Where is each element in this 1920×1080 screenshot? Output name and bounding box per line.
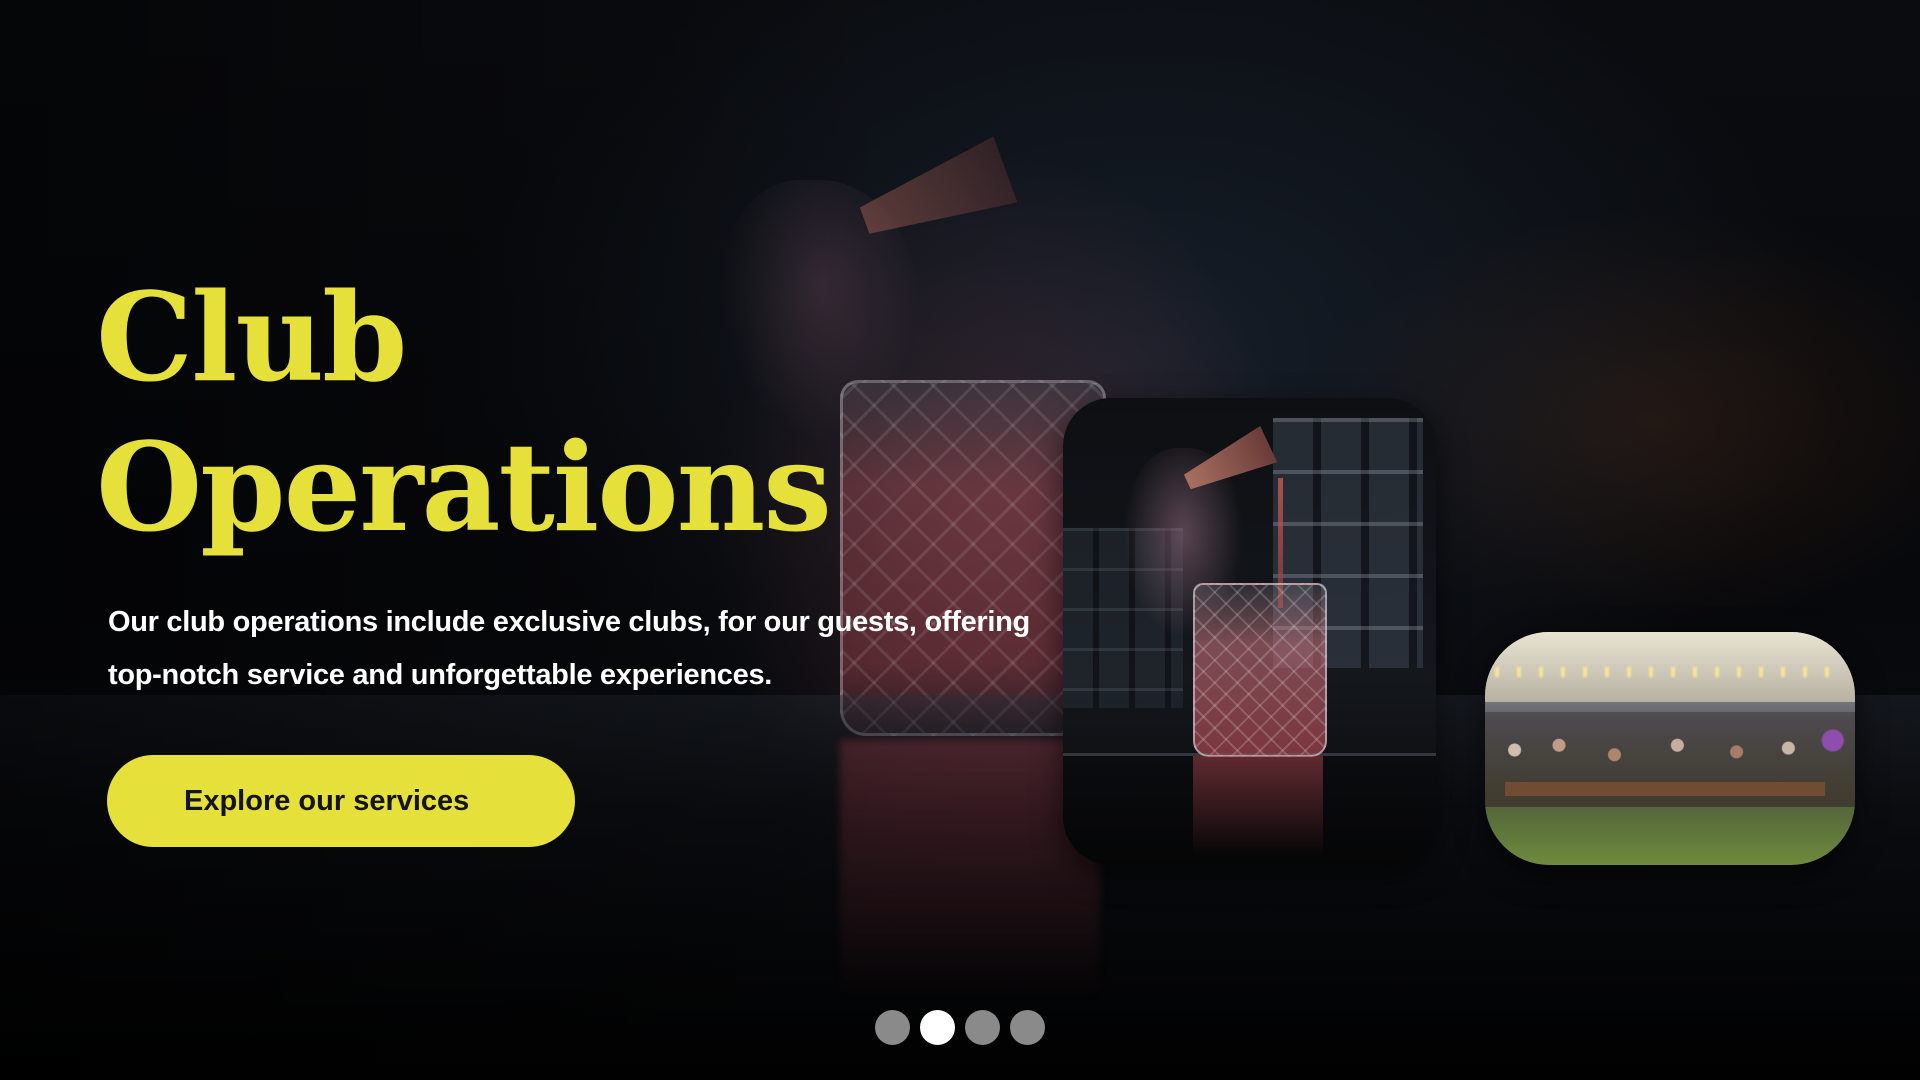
hero-description: Our club operations include exclusive cl… (108, 606, 1030, 691)
card-glass-reflection (1193, 756, 1323, 856)
carousel-dot-1[interactable] (875, 1010, 910, 1045)
hero-slide: Club Operations Our club operations incl… (0, 0, 1920, 1080)
explore-services-button[interactable]: Explore our services (107, 755, 575, 847)
hero-title-line1: Club (96, 265, 407, 409)
card-string-lights (1495, 667, 1845, 677)
card-cocktail-glass (1193, 583, 1327, 757)
carousel-dot-3[interactable] (965, 1010, 1000, 1045)
carousel-dot-4[interactable] (1010, 1010, 1045, 1045)
slide-card-event[interactable] (1485, 632, 1855, 865)
hero-title-line2: Operations (96, 415, 832, 559)
carousel-dot-2[interactable] (920, 1010, 955, 1045)
card-event-table (1505, 782, 1825, 796)
hero-title: Club Operations (96, 262, 832, 562)
carousel-pagination (875, 1010, 1045, 1046)
slide-card-cocktail[interactable] (1063, 398, 1436, 865)
